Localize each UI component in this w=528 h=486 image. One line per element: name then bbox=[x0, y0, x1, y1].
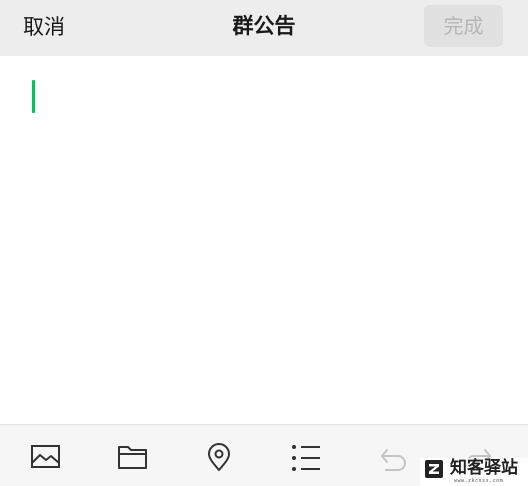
image-icon[interactable] bbox=[29, 443, 63, 473]
text-caret bbox=[32, 80, 35, 113]
watermark: 知客驿站 www.zkcsss.com bbox=[420, 458, 528, 486]
location-pin-icon[interactable] bbox=[202, 443, 236, 473]
undo-icon[interactable] bbox=[376, 443, 410, 473]
done-button[interactable]: 完成 bbox=[424, 5, 503, 47]
navigation-bar: 取消 群公告 完成 bbox=[0, 0, 528, 56]
list-icon[interactable] bbox=[289, 443, 323, 473]
watermark-url: www.zkcsss.com bbox=[454, 478, 504, 484]
announcement-editor[interactable] bbox=[0, 56, 528, 424]
folder-icon[interactable] bbox=[116, 443, 150, 473]
watermark-text: 知客驿站 bbox=[450, 458, 518, 478]
watermark-logo-icon bbox=[425, 460, 443, 478]
